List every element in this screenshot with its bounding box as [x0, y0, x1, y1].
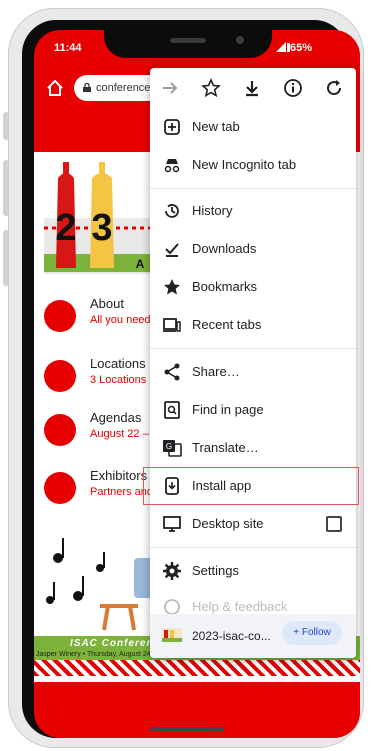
list-item-title: About	[90, 296, 124, 311]
info-icon[interactable]	[283, 78, 303, 98]
menu-item-label: Translate…	[192, 440, 259, 455]
menu-item-history[interactable]: History	[150, 194, 356, 228]
list-item-title: Exhibitors	[90, 468, 148, 483]
menu-item-label: History	[192, 203, 233, 218]
follow-button[interactable]: + Follow	[282, 621, 342, 645]
list-item-title: Locations	[90, 356, 146, 371]
downloads-icon	[165, 243, 179, 257]
menu-item-translate[interactable]: G Translate…	[150, 431, 356, 465]
menu-item-label: Desktop site	[192, 516, 264, 531]
forward-icon[interactable]	[160, 78, 180, 98]
star-icon[interactable]	[201, 78, 221, 98]
banner-title: ISAC Conferen	[70, 638, 154, 649]
menu-item-label: Downloads	[192, 241, 257, 256]
menu-item-new-tab[interactable]: New tab	[150, 110, 356, 144]
menu-divider	[150, 188, 356, 189]
menu-item-label: Find in page	[192, 402, 264, 417]
home-icon[interactable]	[45, 78, 65, 98]
menu-item-label: Bookmarks	[192, 279, 258, 294]
menu-item-bookmarks[interactable]: Bookmarks	[150, 270, 356, 304]
new-tab-icon	[164, 119, 180, 135]
footer-site-name: 2023-isac-co...	[192, 629, 271, 643]
menu-item-downloads[interactable]: Downloads	[150, 232, 356, 266]
menu-item-recent-tabs[interactable]: Recent tabs	[150, 308, 356, 342]
site-favicon-icon	[162, 628, 182, 642]
menu-item-find-in-page[interactable]: Find in page	[150, 393, 356, 427]
menu-item-label: Share…	[192, 364, 240, 379]
find-icon	[164, 401, 180, 419]
incognito-icon	[164, 159, 180, 173]
svg-text:2: 2	[55, 207, 76, 249]
menu-toolbar	[150, 68, 356, 108]
music-notes-illustration	[46, 538, 154, 631]
gesture-handle[interactable]	[150, 727, 224, 731]
camera-notch	[104, 30, 272, 58]
status-time: 11:44	[54, 42, 82, 54]
list-item-subtitle: August 22 –	[90, 428, 149, 440]
svg-text:3: 3	[91, 207, 112, 249]
share-icon	[164, 363, 180, 381]
menu-item-help-feedback[interactable]: Help & feedback	[150, 590, 356, 615]
menu-item-new-incognito-tab[interactable]: New Incognito tab	[150, 148, 356, 182]
signal-icon	[276, 42, 290, 52]
refresh-icon[interactable]	[324, 78, 344, 98]
history-icon	[165, 204, 179, 218]
checker-pattern	[34, 660, 360, 676]
menu-item-label: New Incognito tab	[192, 157, 297, 172]
menu-divider	[150, 348, 356, 349]
list-item-subtitle: All you need	[90, 314, 151, 326]
desktop-site-checkbox[interactable]	[326, 516, 342, 532]
bookmarks-icon	[164, 279, 180, 295]
location-pin-icon	[44, 360, 76, 392]
star-circle-icon	[44, 472, 76, 504]
desktop-icon	[163, 516, 181, 532]
menu-follow-footer: 2023-isac-co... + Follow	[150, 614, 356, 658]
clock-icon	[44, 414, 76, 446]
url-text: conference	[96, 82, 151, 94]
install-app-highlight	[143, 467, 359, 505]
settings-icon	[163, 562, 181, 580]
event-logo-image: 2 3 A	[44, 162, 152, 274]
menu-item-settings[interactable]: Settings	[150, 554, 356, 588]
menu-item-share[interactable]: Share…	[150, 355, 356, 389]
lock-icon	[83, 83, 91, 92]
menu-item-label: Help & feedback	[192, 599, 288, 614]
battery-percent: 65%	[290, 42, 313, 54]
menu-divider	[150, 547, 356, 548]
menu-item-desktop-site[interactable]: Desktop site	[150, 507, 356, 541]
recent-tabs-icon	[163, 318, 181, 332]
menu-item-label: Settings	[192, 563, 239, 578]
svg-text:A: A	[136, 257, 145, 271]
list-item-title: Agendas	[90, 410, 142, 425]
menu-item-label: Recent tabs	[192, 317, 262, 332]
menu-item-label: New tab	[192, 119, 240, 134]
svg-text:G: G	[166, 442, 172, 451]
translate-icon: G	[163, 440, 182, 457]
download-icon[interactable]	[242, 78, 262, 98]
browser-overflow-menu: New tab New Incognito tab History Downlo…	[150, 68, 356, 658]
list-item-subtitle: 3 Locations	[90, 374, 147, 386]
info-circle-icon	[44, 300, 76, 332]
